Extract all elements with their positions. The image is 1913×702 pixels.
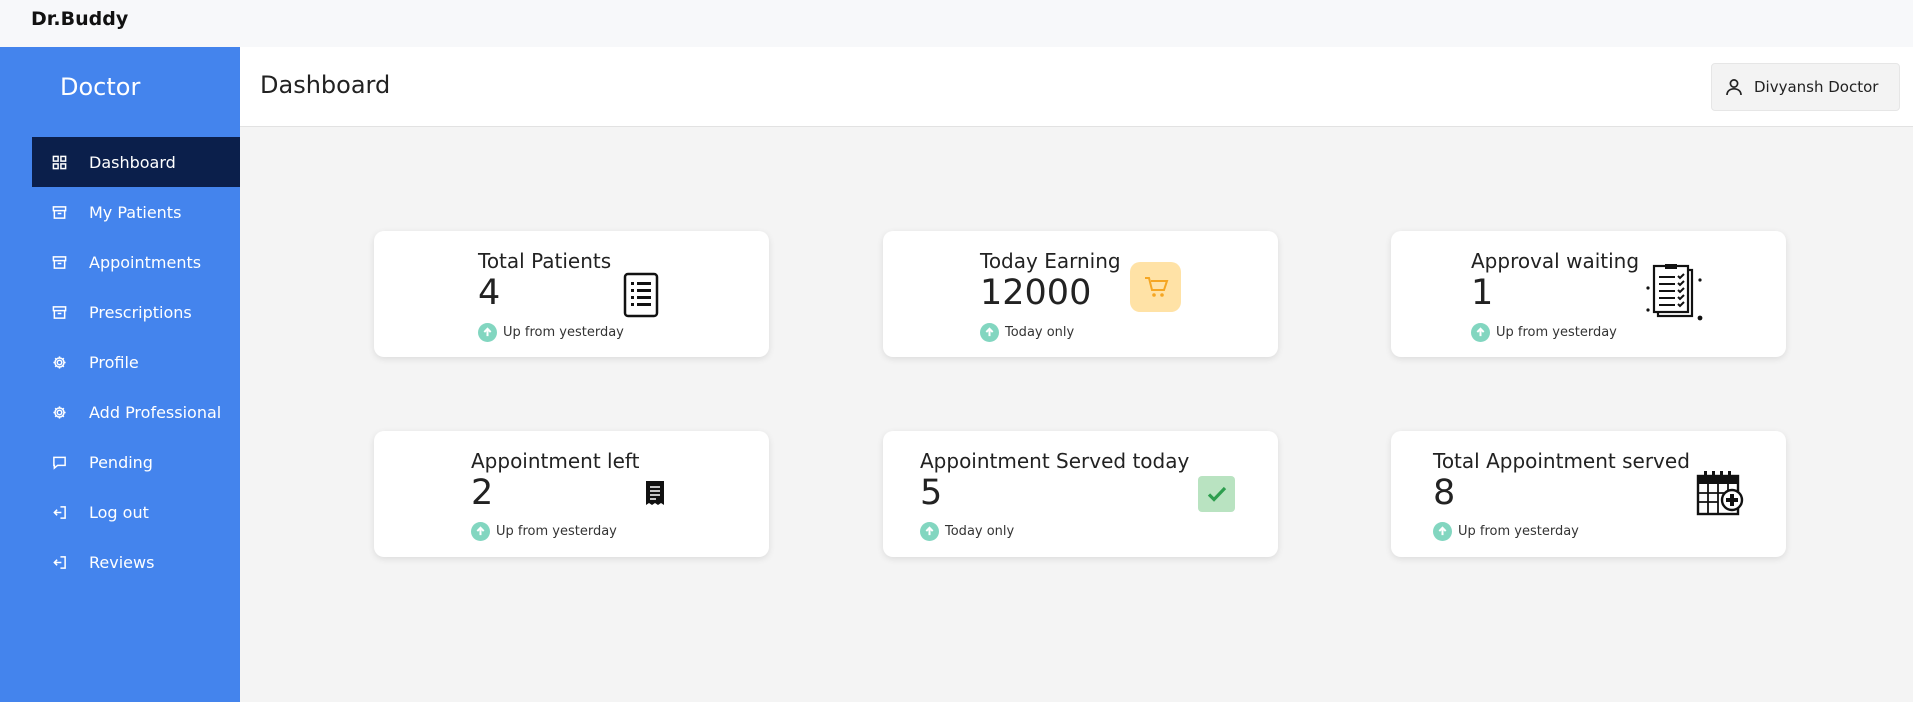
sidebar-item-pending[interactable]: Pending xyxy=(32,437,240,487)
card-footer: Up from yesterday xyxy=(1471,323,1617,342)
card-title: Total Patients xyxy=(478,249,612,273)
sidebar-item-label: Prescriptions xyxy=(89,302,192,322)
arrow-up-icon xyxy=(980,323,999,342)
sidebar-item-reviews[interactable]: Reviews xyxy=(32,537,240,587)
card-title: Appointment left xyxy=(471,449,640,473)
gear-icon xyxy=(52,355,67,370)
card-value: 4 xyxy=(478,273,501,313)
sidebar-item-appointments[interactable]: Appointments xyxy=(32,237,240,287)
card-footer: Up from yesterday xyxy=(1433,522,1579,541)
archive-icon xyxy=(52,305,67,320)
arrow-up-icon xyxy=(1433,522,1452,541)
card-title: Today Earning xyxy=(980,249,1121,273)
user-name: Divyansh Doctor xyxy=(1754,78,1879,96)
page-header: Dashboard Divyansh Doctor xyxy=(240,47,1913,127)
user-icon xyxy=(1726,79,1742,96)
check-icon xyxy=(1198,476,1235,512)
grid-icon xyxy=(52,155,67,170)
sidebar-item-log-out[interactable]: Log out xyxy=(32,487,240,537)
card-footer: Up from yesterday xyxy=(471,522,617,541)
cart-icon xyxy=(1130,262,1181,312)
card-footer: Today only xyxy=(980,323,1074,342)
stat-card-appointment-left: Appointment left 2 Up from yesterday xyxy=(374,431,769,557)
card-title: Approval waiting xyxy=(1471,249,1640,273)
brand-logo[interactable]: Dr.Buddy xyxy=(31,8,128,30)
receipt-icon xyxy=(644,480,666,506)
card-footer: Today only xyxy=(920,522,1014,541)
sidebar-title: Doctor xyxy=(60,73,141,101)
card-value: 2 xyxy=(471,473,494,513)
arrow-up-icon xyxy=(1471,323,1490,342)
card-value: 8 xyxy=(1433,473,1456,513)
sidebar-item-dashboard[interactable]: Dashboard xyxy=(32,137,240,187)
stat-card-appointment-served-today: Appointment Served today 5 Today only xyxy=(883,431,1278,557)
card-footer-text: Today only xyxy=(1005,325,1075,340)
message-icon xyxy=(52,455,67,470)
gear-icon xyxy=(52,405,67,420)
card-footer-text: Today only xyxy=(945,524,1015,539)
card-footer-text: Up from yesterday xyxy=(496,524,617,539)
sidebar-item-label: Pending xyxy=(89,452,153,472)
card-value: 12000 xyxy=(980,273,1092,313)
stat-card-total-appointment-served: Total Appointment served 8 Up from yeste… xyxy=(1391,431,1786,557)
arrow-up-icon xyxy=(471,522,490,541)
card-footer-text: Up from yesterday xyxy=(503,325,624,340)
sidebar-item-prescriptions[interactable]: Prescriptions xyxy=(32,287,240,337)
card-footer-text: Up from yesterday xyxy=(1458,524,1579,539)
card-title: Total Appointment served xyxy=(1433,449,1690,473)
card-value: 5 xyxy=(920,473,943,513)
logout-icon xyxy=(52,505,67,520)
checklist-icon xyxy=(1644,264,1706,324)
sidebar-item-label: Profile xyxy=(89,352,139,372)
card-title: Appointment Served today xyxy=(920,449,1190,473)
card-value: 1 xyxy=(1471,273,1494,313)
top-bar: Dr.Buddy xyxy=(0,0,1913,47)
stat-card-total-patients: Total Patients 4 Up from yesterday xyxy=(374,231,769,357)
card-footer-text: Up from yesterday xyxy=(1496,325,1617,340)
stat-card-approval-waiting: Approval waiting 1 Up from yesterday xyxy=(1391,231,1786,357)
user-menu-button[interactable]: Divyansh Doctor xyxy=(1711,63,1900,111)
sidebar-item-label: Dashboard xyxy=(89,152,176,172)
arrow-up-icon xyxy=(478,323,497,342)
sidebar-item-label: Add Professional xyxy=(89,402,222,422)
logout-icon xyxy=(52,555,67,570)
sidebar-item-label: Appointments xyxy=(89,252,202,272)
sidebar-item-label: My Patients xyxy=(89,202,182,222)
sidebar-item-label: Reviews xyxy=(89,552,155,572)
card-footer: Up from yesterday xyxy=(478,323,624,342)
sidebar-nav: Dashboard My Patients Appointments Presc… xyxy=(32,137,240,587)
sidebar-item-profile[interactable]: Profile xyxy=(32,337,240,387)
arrow-up-icon xyxy=(920,522,939,541)
archive-icon xyxy=(52,255,67,270)
sidebar: Doctor Dashboard My Patients Appointment… xyxy=(0,47,240,702)
sidebar-item-my-patients[interactable]: My Patients xyxy=(32,187,240,237)
archive-icon xyxy=(52,205,67,220)
sidebar-item-label: Log out xyxy=(89,502,149,522)
page-title: Dashboard xyxy=(260,71,391,99)
list-document-icon xyxy=(622,271,660,319)
stat-card-today-earning: Today Earning 12000 Today only xyxy=(883,231,1278,357)
sidebar-item-add-professional[interactable]: Add Professional xyxy=(32,387,240,437)
calendar-plus-icon xyxy=(1696,470,1744,518)
